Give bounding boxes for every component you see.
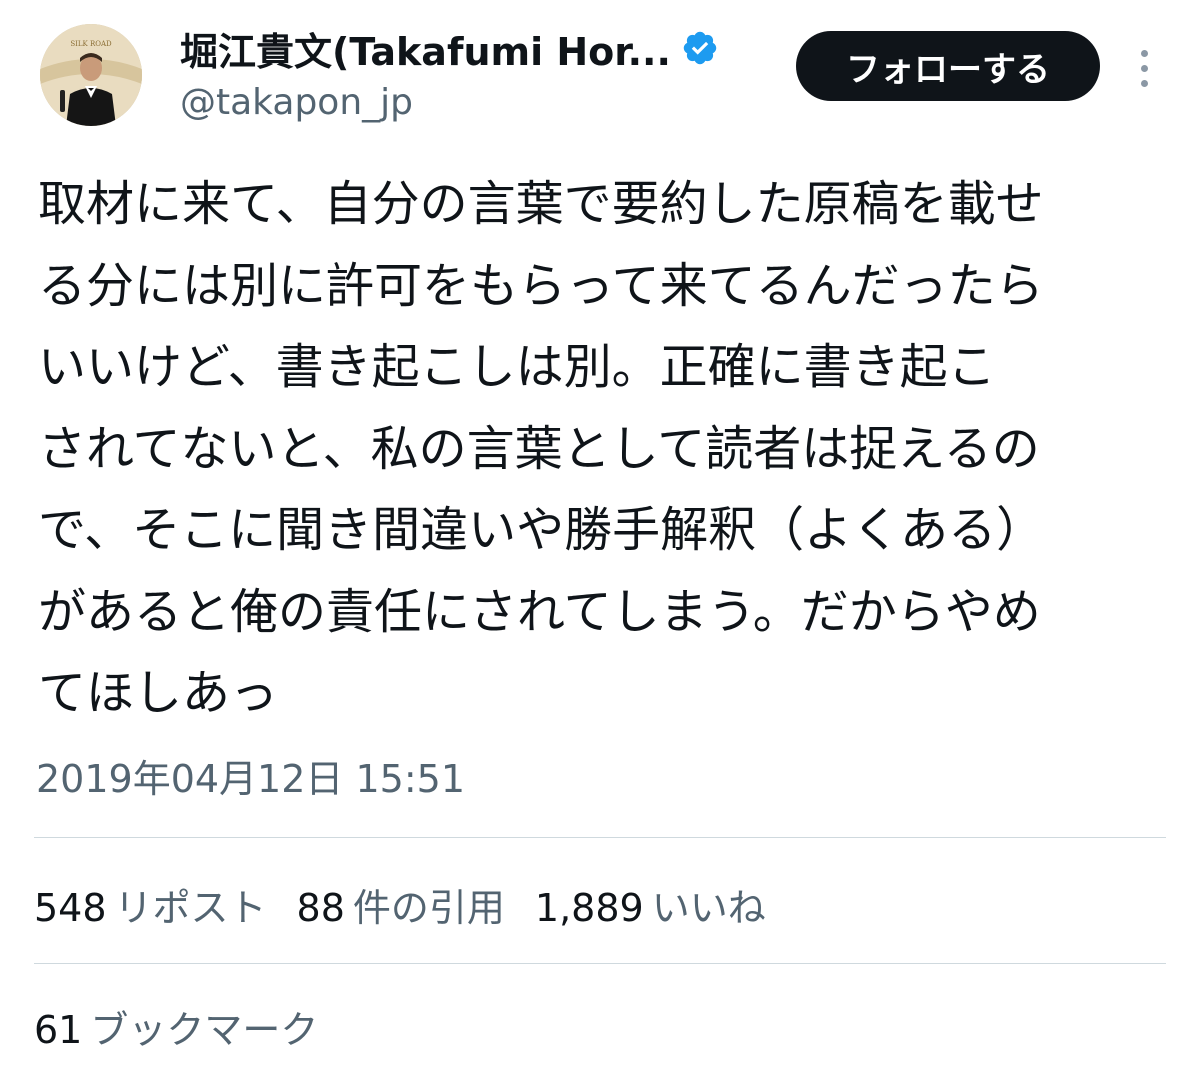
bookmark-stats: 61 ブックマーク <box>34 994 318 1058</box>
more-vertical-icon <box>1140 49 1148 57</box>
more-options-button[interactable] <box>1124 38 1164 98</box>
tweet-text: 取材に来て、自分の言葉で要約した原稿を載せ る分には別に許可をもらって来てるんだ… <box>38 176 1045 721</box>
like-count[interactable]: 1,889 いいね <box>535 877 766 932</box>
display-name[interactable]: 堀江貴文(Takafumi Hor... <box>180 21 671 76</box>
engagement-stats: 548 リポスト 88 件の引用 1,889 いいね <box>34 872 766 936</box>
follow-button[interactable]: フォローする <box>796 31 1100 101</box>
more-vertical-icon-dot <box>1140 64 1148 72</box>
divider <box>34 963 1166 964</box>
bookmark-label: ブックマーク <box>90 1007 319 1052</box>
bookmark-count[interactable]: 61 ブックマーク <box>34 999 318 1054</box>
like-label: いいね <box>651 885 766 930</box>
profile-photo-icon: SILK ROAD <box>40 24 142 126</box>
repost-label: リポスト <box>114 885 267 930</box>
repost-count[interactable]: 548 リポスト <box>34 877 267 932</box>
display-name-row: 堀江貴文(Takafumi Hor... <box>180 22 770 74</box>
bookmark-count-value: 61 <box>34 1007 83 1052</box>
tweet-header: SILK ROAD 堀江貴文(Takafumi Hor... @takapon_… <box>0 0 1200 140</box>
author-handle[interactable]: @takapon_jp <box>180 82 770 123</box>
author-block: 堀江貴文(Takafumi Hor... @takapon_jp <box>180 22 770 123</box>
like-count-value: 1,889 <box>534 885 644 930</box>
quote-label: 件の引用 <box>352 885 505 930</box>
quote-count[interactable]: 88 件の引用 <box>297 877 505 932</box>
quote-count-value: 88 <box>296 885 345 930</box>
svg-text:SILK ROAD: SILK ROAD <box>70 40 112 48</box>
avatar[interactable]: SILK ROAD <box>40 24 142 126</box>
tweet-timestamp[interactable]: 2019年04月12日 15:51 <box>36 748 465 803</box>
divider <box>34 837 1166 838</box>
verified-badge-icon <box>683 31 717 65</box>
repost-count-value: 548 <box>34 885 107 930</box>
more-vertical-icon-dot <box>1140 79 1148 87</box>
